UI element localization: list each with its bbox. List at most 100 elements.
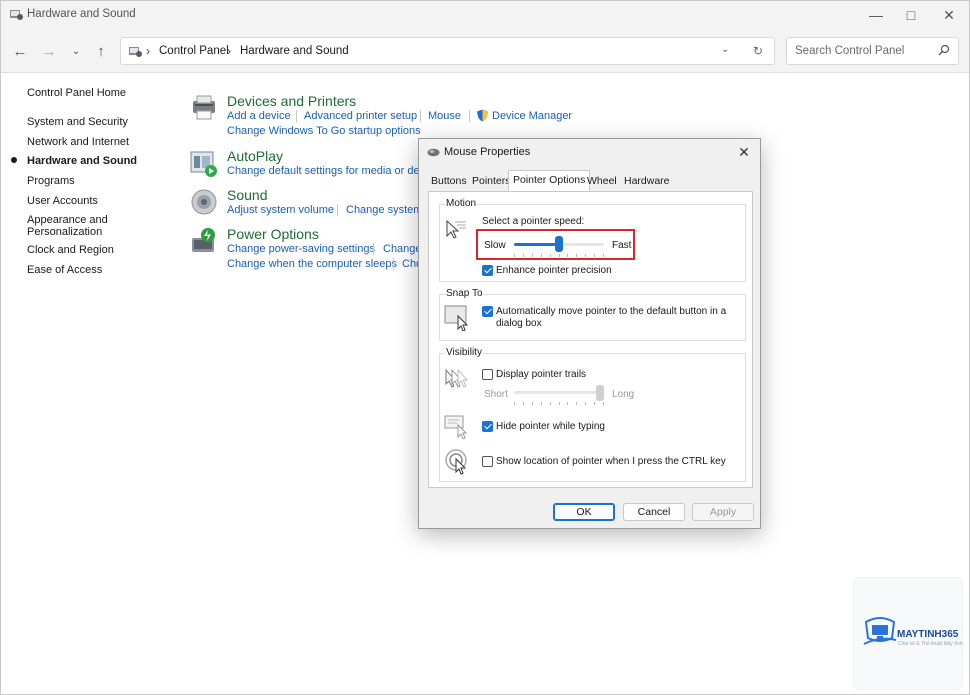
speaker-icon	[191, 189, 217, 215]
slider-tick	[576, 402, 578, 405]
snap-to-label-line1: Automatically move pointer to the defaul…	[496, 306, 727, 317]
computer-sleeps-link[interactable]: Change when the computer sleeps	[227, 258, 397, 270]
dialog-title: Mouse Properties	[444, 146, 531, 158]
recent-locations-chevron-icon[interactable]: ⌄	[66, 41, 86, 61]
title-bar: Hardware and Sound — □ ✕	[1, 1, 969, 29]
tab-hardware[interactable]: Hardware	[620, 172, 674, 190]
maximize-button[interactable]: □	[891, 1, 931, 29]
trails-track	[514, 391, 604, 394]
power-options-title[interactable]: Power Options	[227, 226, 319, 242]
sidebar-item-label: Hardware and Sound	[27, 155, 138, 167]
slider-tick	[514, 402, 515, 405]
forward-arrow-icon[interactable]: →	[39, 41, 59, 61]
refresh-icon[interactable]: ↻	[753, 44, 763, 58]
sidebar-item-system-and-security[interactable]: System and Security	[27, 116, 128, 128]
motion-group-label: Motion	[445, 198, 478, 209]
navigation-bar: ← → ⌄ ↑ › Control Panel › Hardware and S…	[1, 29, 969, 73]
close-button[interactable]: ✕	[929, 1, 969, 29]
search-input[interactable]: Search Control Panel	[795, 45, 904, 57]
mouse-link[interactable]: Mouse	[428, 110, 461, 122]
trails-slider[interactable]	[596, 385, 604, 401]
address-dropdown-chevron-icon[interactable]: ⌄	[721, 44, 729, 55]
monitor-logo-icon	[863, 617, 897, 645]
devices-and-printers-title[interactable]: Devices and Printers	[227, 93, 356, 109]
control-panel-icon	[129, 47, 142, 57]
visibility-group-label: Visibility	[445, 347, 483, 358]
link-divider	[296, 110, 297, 122]
pointer-speed-label: Select a pointer speed:	[482, 216, 585, 227]
adjust-system-volume-link[interactable]: Adjust system volume	[227, 204, 334, 216]
snap-to-icon	[444, 305, 469, 331]
slider-tick	[540, 402, 542, 405]
watermark-text: MAYTINH365	[897, 629, 959, 640]
show-location-ctrl-checkbox[interactable]	[482, 456, 493, 467]
ok-button[interactable]: OK	[553, 503, 615, 521]
snap-to-group	[439, 294, 746, 341]
autoplay-title[interactable]: AutoPlay	[227, 148, 283, 164]
windows-to-go-link[interactable]: Change Windows To Go startup options	[227, 125, 421, 137]
hide-while-typing-checkbox[interactable]	[482, 421, 493, 432]
snap-to-default-checkbox[interactable]	[482, 306, 493, 317]
enhance-precision-checkbox[interactable]	[482, 265, 493, 276]
trails-ticks	[514, 402, 604, 405]
slider-tick	[531, 402, 533, 405]
printer-icon	[193, 95, 215, 120]
mouse-properties-dialog: Mouse Properties ✕ Buttons Pointers Poin…	[418, 138, 761, 529]
address-bar[interactable]: › Control Panel › Hardware and Sound ⌄ ↻	[120, 37, 775, 65]
sidebar-item-hardware-and-sound[interactable]: Hardware and Sound	[11, 155, 138, 167]
pointer-trails-checkbox[interactable]	[482, 369, 493, 380]
autoplay-icon	[190, 151, 217, 177]
advanced-printer-setup-link[interactable]: Advanced printer setup	[304, 110, 417, 122]
search-box[interactable]: Search Control Panel	[786, 37, 959, 65]
show-location-ctrl-label: Show location of pointer when I press th…	[496, 456, 726, 467]
change-power-buttons-link[interactable]: Change	[383, 243, 422, 255]
snap-to-group-label: Snap To	[445, 288, 484, 299]
control-panel-icon	[10, 10, 23, 20]
watermark-subtitle: Chia sẻ & Thủ thuật Máy tính	[898, 641, 963, 647]
window-title: Hardware and Sound	[27, 8, 136, 20]
speed-highlight-box	[476, 229, 635, 260]
sidebar-item-ease-of-access[interactable]: Ease of Access	[27, 264, 102, 276]
link-divider	[393, 258, 394, 270]
breadcrumb-separator-icon: ›	[146, 44, 150, 58]
breadcrumb-control-panel[interactable]: Control Panel	[159, 45, 229, 57]
power-saving-settings-link[interactable]: Change power-saving settings	[227, 243, 375, 255]
breadcrumb-hardware-and-sound[interactable]: Hardware and Sound	[240, 45, 349, 57]
show-location-icon	[445, 449, 467, 475]
watermark-logo: MAYTINH365 Chia sẻ & Thủ thuật Máy tính	[853, 577, 963, 690]
sidebar-item-user-accounts[interactable]: User Accounts	[27, 195, 98, 207]
sound-title[interactable]: Sound	[227, 187, 267, 203]
long-label: Long	[612, 389, 635, 400]
pointer-speed-icon	[446, 219, 466, 239]
link-divider	[420, 110, 421, 122]
tab-wheel[interactable]: Wheel	[583, 172, 621, 190]
enhance-precision-label: Enhance pointer precision	[496, 265, 612, 276]
sidebar-item-clock-and-region[interactable]: Clock and Region	[27, 244, 114, 256]
slider-tick	[585, 402, 587, 405]
slider-tick	[558, 402, 560, 405]
breadcrumb-separator-icon: ›	[227, 44, 231, 58]
slider-tick	[522, 402, 524, 405]
slider-tick	[567, 402, 569, 405]
short-label: Short	[484, 389, 508, 400]
slider-tick	[549, 402, 551, 405]
sidebar-item-programs[interactable]: Programs	[27, 175, 75, 187]
apply-button[interactable]: Apply	[692, 503, 754, 521]
device-manager-link[interactable]: Device Manager	[492, 110, 572, 122]
up-arrow-icon[interactable]: ↑	[91, 41, 111, 61]
dialog-close-icon[interactable]: ✕	[736, 144, 752, 160]
cancel-button[interactable]: Cancel	[623, 503, 685, 521]
tab-pointer-options[interactable]: Pointer Options	[508, 170, 591, 191]
sidebar-item-control-panel-home[interactable]: Control Panel Home	[27, 87, 126, 99]
add-a-device-link[interactable]: Add a device	[227, 110, 291, 122]
pointer-trails-label: Display pointer trails	[496, 369, 587, 380]
back-arrow-icon[interactable]: ←	[10, 41, 30, 61]
sidebar-item-appearance-and-personalization[interactable]: Appearance and Personalization	[27, 214, 117, 238]
minimize-button[interactable]: —	[856, 1, 896, 29]
sidebar-item-network-and-internet[interactable]: Network and Internet	[27, 136, 129, 148]
slider-tick	[594, 402, 596, 405]
autoplay-defaults-link[interactable]: Change default settings for media or dev…	[227, 165, 433, 177]
tab-buttons[interactable]: Buttons	[427, 172, 471, 190]
mouse-icon	[427, 148, 440, 157]
search-icon	[938, 44, 950, 56]
